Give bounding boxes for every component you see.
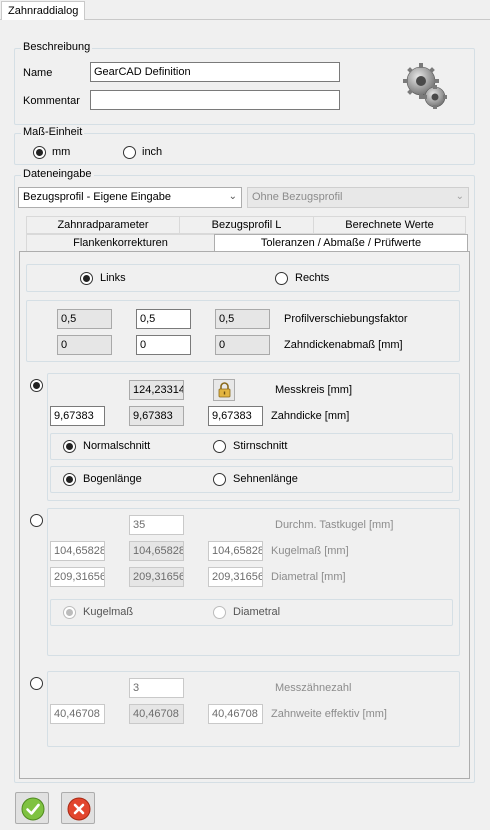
dateneingabe-title: Dateneingabe: [21, 168, 94, 180]
bezugsprofil-select-value: Bezugsprofil - Eigene Eingabe: [23, 191, 171, 203]
stirnschnitt-label: Stirnschnitt: [233, 440, 288, 452]
messkreis-field: 124,23314: [129, 380, 184, 400]
bogenlaenge-label: Bogenlänge: [83, 473, 142, 485]
profil-factor-max: 0,5: [215, 309, 270, 329]
diametral-radio[interactable]: [213, 606, 226, 619]
zahndickenabmass-min: 0: [57, 335, 112, 355]
diametral-value: 209,31656: [129, 567, 184, 587]
profil-factor-field[interactable]: 0,5: [136, 309, 191, 329]
sehnenlaenge-label: Sehnenlänge: [233, 473, 298, 485]
profil-group: 0,5 0,5 0,5 Profilverschiebungsfaktor 0 …: [26, 300, 460, 362]
unit-inch-label: inch: [142, 146, 163, 158]
tab-flankenkorrekturen[interactable]: Flankenkorrekturen: [26, 234, 215, 252]
side-rechts-label: Rechts: [295, 272, 330, 284]
diametral-label: Diametral [mm]: [271, 571, 346, 583]
dialog-page: Beschreibung Name GearCAD Definition Kom…: [0, 20, 490, 830]
side-links-label: Links: [100, 272, 126, 284]
sehnenlaenge-radio[interactable]: [213, 473, 226, 486]
lock-button[interactable]: [213, 379, 235, 401]
unit-mm-radio[interactable]: [33, 146, 46, 159]
stirnschnitt-radio[interactable]: [213, 440, 226, 453]
profilverschiebungsfaktor-label: Profilverschiebungsfaktor: [284, 313, 408, 325]
kugelmass-radio[interactable]: [63, 606, 76, 619]
tab-bezugsprofil-l[interactable]: Bezugsprofil L: [179, 216, 314, 234]
messzaehne-field[interactable]: 3: [129, 678, 184, 698]
normalschnitt-label: Normalschnitt: [83, 440, 151, 452]
zahndickenabmass-label: Zahndickenabmaß [mm]: [284, 339, 403, 351]
chevron-down-icon: ⌄: [455, 191, 464, 202]
zahndickenabmass-field[interactable]: 0: [136, 335, 191, 355]
side-group: Links Rechts: [26, 264, 460, 292]
side-rechts-radio[interactable]: [275, 272, 288, 285]
name-field[interactable]: GearCAD Definition: [90, 62, 340, 82]
tastkugel-label: Durchm. Tastkugel [mm]: [275, 519, 394, 531]
diametral-mode-label: Diametral: [233, 606, 281, 618]
zahnweite-max[interactable]: 40,46708: [208, 704, 263, 724]
tab-zahnraddialog[interactable]: Zahnraddialog: [1, 1, 86, 21]
unit-mm-label: mm: [52, 146, 71, 158]
zahnweite-value: 40,46708: [129, 704, 184, 724]
bogenlaenge-radio[interactable]: [63, 473, 76, 486]
zahnweite-label: Zahnweite effektiv [mm]: [271, 708, 387, 720]
messzaehne-label: Messzähnezahl: [275, 682, 352, 694]
kugelmass-label: Kugelmaß [mm]: [271, 545, 349, 557]
bezugsprofil-type-select[interactable]: Ohne Bezugsprofil ⌄: [247, 187, 469, 208]
ok-button[interactable]: [15, 792, 49, 824]
zahndickenabmass-max: 0: [215, 335, 270, 355]
kugelmass-value: 104,65828: [129, 541, 184, 561]
kugelmass-max[interactable]: 104,65828: [208, 541, 263, 561]
toleranzen-tabpage: Links Rechts 0,5 0,5 0,5 Profilverschieb…: [19, 251, 470, 779]
method-kugel-radio[interactable]: [30, 514, 43, 527]
close-icon: [67, 797, 91, 821]
kommentar-field[interactable]: [90, 90, 340, 110]
method-zahndicke-radio[interactable]: [30, 379, 43, 392]
window-tabstrip: Zahnraddialog: [0, 0, 490, 21]
checkmark-icon: [21, 797, 45, 821]
zahnweite-min[interactable]: 40,46708: [50, 704, 105, 724]
side-links-radio[interactable]: [80, 272, 93, 285]
unit-inch-radio[interactable]: [123, 146, 136, 159]
messkreis-label: Messkreis [mm]: [275, 384, 352, 396]
dateneingabe-group: Dateneingabe Bezugsprofil - Eigene Einga…: [14, 168, 475, 783]
lock-icon: [218, 382, 231, 398]
bezugsprofil-type-value: Ohne Bezugsprofil: [252, 191, 343, 203]
method-zahnweite-radio[interactable]: [30, 677, 43, 690]
laenge-group: Bogenlänge Sehnenlänge: [50, 466, 453, 493]
zahndicke-max[interactable]: 9,67383: [208, 406, 263, 426]
bezugsprofil-select[interactable]: Bezugsprofil - Eigene Eingabe ⌄: [18, 187, 242, 208]
schnitt-group: Normalschnitt Stirnschnitt: [50, 433, 453, 460]
tab-zahnradparameter[interactable]: Zahnradparameter: [26, 216, 180, 234]
cancel-button[interactable]: [61, 792, 95, 824]
beschreibung-title: Beschreibung: [21, 41, 93, 53]
kommentar-label: Kommentar: [23, 95, 80, 107]
tab-berechnete-werte[interactable]: Berechnete Werte: [313, 216, 466, 234]
normalschnitt-radio[interactable]: [63, 440, 76, 453]
kugelmass-mode-label: Kugelmaß: [83, 606, 134, 618]
chevron-down-icon: ⌄: [228, 191, 237, 202]
kugel-mode-group: Kugelmaß Diametral: [50, 599, 453, 626]
name-label: Name: [23, 67, 53, 79]
masseinheit-group: Maß-Einheit mm inch: [14, 126, 475, 165]
zahndicke-value: 9,67383: [129, 406, 184, 426]
beschreibung-group: Beschreibung Name GearCAD Definition Kom…: [14, 41, 475, 125]
zahndicke-group: 124,23314 Messkreis [mm] 9,67383 9,67383…: [47, 373, 460, 501]
kugelmass-min[interactable]: 104,65828: [50, 541, 105, 561]
zahndicke-min[interactable]: 9,67383: [50, 406, 105, 426]
gears-icon: [403, 63, 447, 109]
masseinheit-title: Maß-Einheit: [21, 126, 85, 138]
tastkugel-field[interactable]: 35: [129, 515, 184, 535]
zahnweite-group: 3 Messzähnezahl 40,46708 40,46708 40,467…: [47, 671, 460, 747]
diametral-max[interactable]: 209,31656: [208, 567, 263, 587]
diametral-min[interactable]: 209,31656: [50, 567, 105, 587]
kugel-group: 35 Durchm. Tastkugel [mm] 104,65828 104,…: [47, 508, 460, 656]
zahndicke-label: Zahndicke [mm]: [271, 410, 350, 422]
tab-toleranzen[interactable]: Toleranzen / Abmaße / Prüfwerte: [214, 234, 468, 252]
profil-factor-min: 0,5: [57, 309, 112, 329]
